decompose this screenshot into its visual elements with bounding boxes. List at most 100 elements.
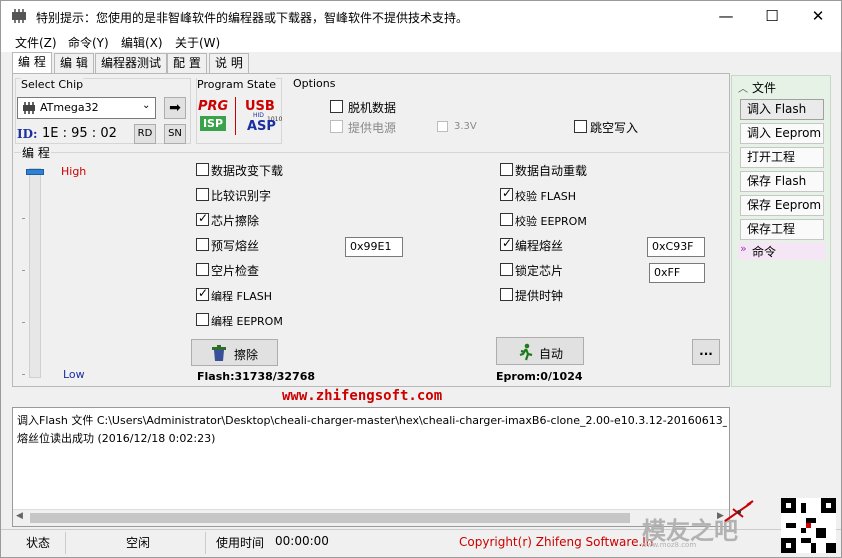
time-label: 使用时间 bbox=[216, 536, 265, 550]
save-project-button[interactable]: 保存工程 bbox=[740, 219, 824, 240]
status-label: 状态 bbox=[26, 536, 51, 550]
skip-blank-label: 跳空写入 bbox=[590, 121, 639, 135]
arrow-right-button[interactable]: ➡ bbox=[164, 97, 186, 119]
verify-flash-checkbox[interactable] bbox=[500, 186, 513, 201]
airplane-logo-icon bbox=[724, 500, 754, 522]
provide-clock-label: 提供时钟 bbox=[515, 289, 564, 303]
log-line: 熔丝位读出成功 (2016/12/18 0:02:23) bbox=[17, 432, 216, 445]
slider-thumb[interactable] bbox=[26, 169, 44, 175]
prg-indicator: PRG bbox=[198, 99, 229, 114]
command-section[interactable]: » 命令 bbox=[738, 242, 826, 260]
tab-program[interactable]: 编 程 bbox=[12, 52, 52, 73]
verify-eeprom-checkbox[interactable] bbox=[500, 213, 513, 226]
program-state-group: Program State PRG ISP USB HID 1010 ASP bbox=[196, 78, 282, 144]
prewrite-fuse-checkbox[interactable] bbox=[196, 238, 209, 251]
minimize-button[interactable]: — bbox=[703, 1, 749, 32]
sidebar-command-header: 命令 bbox=[752, 245, 777, 259]
scroll-left-icon[interactable]: ◀ bbox=[16, 511, 23, 521]
auto-reload-checkbox[interactable] bbox=[500, 163, 513, 176]
auto-reload-label: 数据自动重载 bbox=[515, 164, 588, 178]
load-flash-button[interactable]: 调入 Flash bbox=[740, 99, 824, 120]
lock-chip-checkbox[interactable] bbox=[500, 263, 513, 276]
data-change-download-label: 数据改变下载 bbox=[211, 164, 284, 178]
select-chip-group: Select Chip ATmega32 ⌄ ➡ ID: 1E : 95 : 0… bbox=[15, 78, 191, 144]
asp-indicator: ASP bbox=[247, 119, 276, 134]
load-eeprom-button[interactable]: 调入 Eeprom bbox=[740, 123, 824, 144]
lock-value-input[interactable]: 0xFF bbox=[649, 263, 705, 283]
high-label: High bbox=[61, 165, 87, 178]
fuse-value-input[interactable]: 0xC93F bbox=[647, 237, 705, 257]
voltage-checkbox[interactable] bbox=[437, 121, 448, 132]
program-group-line bbox=[14, 152, 730, 153]
offline-data-label: 脱机数据 bbox=[348, 101, 397, 115]
running-man-icon bbox=[519, 343, 533, 361]
menu-command[interactable]: 命令(Y) bbox=[68, 34, 109, 51]
slider-tick bbox=[22, 218, 25, 219]
expand-icon: » bbox=[740, 242, 747, 255]
data-change-download-checkbox[interactable] bbox=[196, 163, 209, 176]
menu-edit[interactable]: 编辑(X) bbox=[121, 34, 163, 51]
chip-app-icon bbox=[12, 9, 26, 23]
compare-signature-label: 比较识别字 bbox=[211, 189, 272, 203]
low-label: Low bbox=[63, 368, 85, 381]
isp-indicator: ISP bbox=[200, 116, 226, 131]
provide-clock-checkbox[interactable] bbox=[500, 288, 513, 301]
tab-help[interactable]: 说 明 bbox=[209, 53, 249, 73]
save-flash-button[interactable]: 保存 Flash bbox=[740, 171, 824, 192]
speed-slider[interactable] bbox=[26, 168, 44, 378]
menu-bar: 文件(Z) 命令(Y) 编辑(X) 关于(W) bbox=[1, 32, 841, 52]
slider-tick bbox=[22, 374, 25, 375]
horizontal-scrollbar[interactable]: ◀ ▶ bbox=[13, 509, 729, 526]
chip-icon bbox=[23, 102, 35, 114]
qr-code-icon bbox=[781, 498, 836, 553]
auto-button[interactable]: 自动 bbox=[496, 337, 584, 365]
tab-edit[interactable]: 编 辑 bbox=[54, 53, 94, 73]
program-eeprom-checkbox[interactable] bbox=[196, 313, 209, 326]
trash-icon bbox=[212, 345, 226, 361]
open-project-button[interactable]: 打开工程 bbox=[740, 147, 824, 168]
scrollbar-thumb[interactable] bbox=[30, 513, 630, 523]
voltage-label: 3.3V bbox=[454, 121, 477, 132]
sn-button[interactable]: SN bbox=[164, 124, 186, 144]
auto-label: 自动 bbox=[539, 347, 564, 361]
blank-check-checkbox[interactable] bbox=[196, 263, 209, 276]
slider-tick bbox=[22, 322, 25, 323]
sidebar-file-header: 文件 bbox=[752, 81, 777, 95]
compare-signature-checkbox[interactable] bbox=[196, 188, 209, 201]
chip-select-value: ATmega32 bbox=[40, 101, 99, 114]
rd-button[interactable]: RD bbox=[134, 124, 156, 144]
log-panel[interactable]: 调入Flash 文件 C:\Users\Administrator\Deskto… bbox=[12, 407, 730, 527]
website-link[interactable]: www.zhifengsoft.com bbox=[282, 388, 442, 404]
program-eeprom-label: 编程 EEPROM bbox=[211, 315, 283, 328]
offline-data-checkbox[interactable] bbox=[330, 100, 343, 113]
program-flash-checkbox[interactable] bbox=[196, 286, 209, 301]
erase-button[interactable]: 擦除 bbox=[191, 339, 278, 366]
chip-erase-label: 芯片擦除 bbox=[211, 214, 260, 228]
chip-select[interactable]: ATmega32 ⌄ bbox=[17, 97, 156, 119]
tab-programmer-test[interactable]: 编程器测试 bbox=[95, 53, 168, 73]
prewrite-fuse-input[interactable]: 0x99E1 bbox=[345, 237, 403, 257]
window-title: 特别提示：您使用的是非智峰软件的编程器或下载器，智峰软件不提供技术支持。 bbox=[36, 11, 469, 25]
collapse-icon[interactable]: ︿ bbox=[738, 80, 748, 95]
time-value: 00:00:00 bbox=[275, 534, 329, 548]
log-line: 调入Flash 文件 C:\Users\Administrator\Deskto… bbox=[17, 414, 727, 427]
tab-config[interactable]: 配 置 bbox=[167, 53, 207, 73]
menu-about[interactable]: 关于(W) bbox=[175, 34, 220, 51]
save-eeprom-button[interactable]: 保存 Eeprom bbox=[740, 195, 824, 216]
menu-file[interactable]: 文件(Z) bbox=[15, 34, 57, 51]
chip-id-value: 1E : 95 : 02 bbox=[42, 126, 117, 141]
skip-blank-checkbox[interactable] bbox=[574, 120, 587, 133]
chip-erase-checkbox[interactable] bbox=[196, 211, 209, 226]
program-panel: Select Chip ATmega32 ⌄ ➡ ID: 1E : 95 : 0… bbox=[12, 73, 730, 387]
maximize-button[interactable]: ☐ bbox=[749, 1, 795, 32]
prewrite-fuse-label: 预写熔丝 bbox=[211, 239, 260, 253]
supply-power-checkbox[interactable] bbox=[330, 120, 343, 133]
sidebar: ︿ 文件 调入 Flash 调入 Eeprom 打开工程 保存 Flash 保存… bbox=[731, 75, 831, 387]
program-fuse-checkbox[interactable] bbox=[500, 236, 513, 251]
close-button[interactable]: ✕ bbox=[795, 1, 841, 32]
options-group: Options 脱机数据 提供电源 3.3V 跳空写入 bbox=[286, 77, 730, 144]
watermark-url: www.moz8.com bbox=[641, 541, 697, 549]
status-value: 空闲 bbox=[126, 536, 151, 550]
more-options-button[interactable]: ... bbox=[692, 339, 720, 365]
title-bar: 特别提示：您使用的是非智峰软件的编程器或下载器，智峰软件不提供技术支持。 — ☐… bbox=[1, 1, 841, 32]
